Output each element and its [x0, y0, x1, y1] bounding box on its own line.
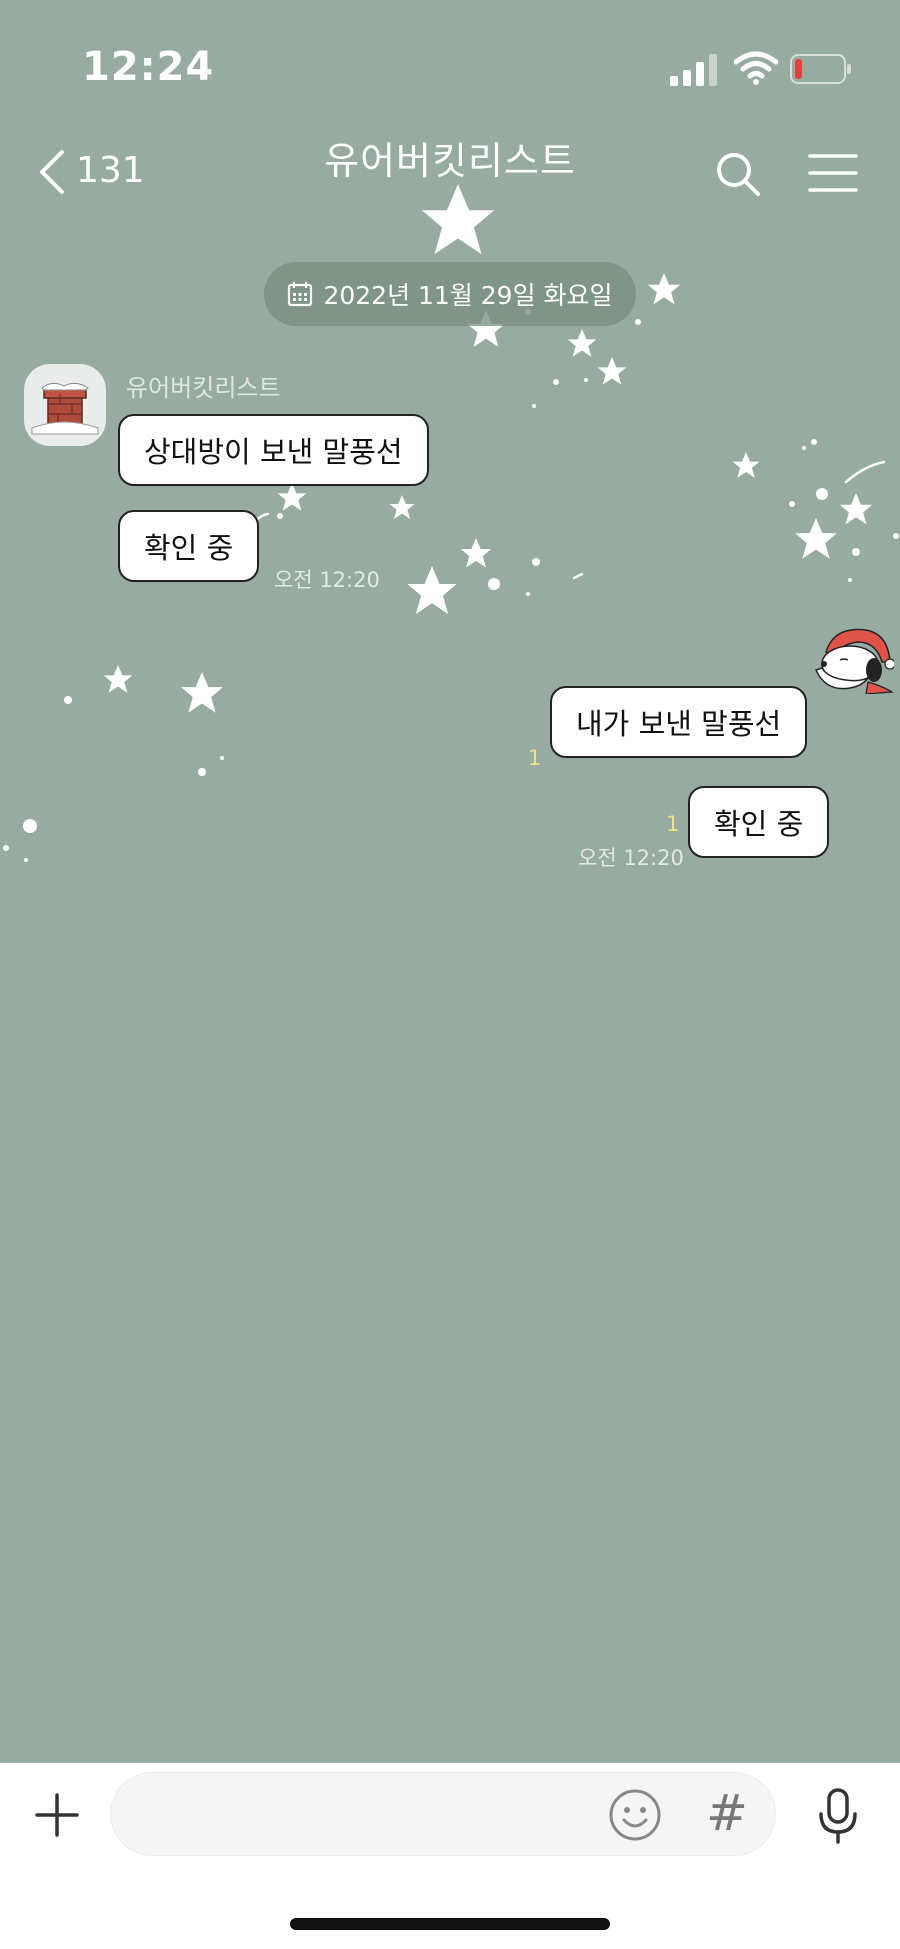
plus-icon[interactable]	[34, 1792, 80, 1838]
wifi-icon	[734, 51, 778, 85]
signal-icon	[670, 54, 717, 86]
chimney-avatar-icon	[31, 382, 99, 435]
sent-message-bubble[interactable]: 확인 중	[688, 786, 830, 858]
search-icon[interactable]	[714, 150, 762, 198]
hash-icon[interactable]: #	[706, 1784, 748, 1842]
unread-count: 1	[528, 746, 542, 770]
date-text: 2022년 11월 29일 화요일	[323, 281, 613, 310]
unread-count: 1	[666, 812, 680, 836]
back-icon[interactable]	[36, 148, 70, 196]
message-time: 오전 12:20	[274, 568, 380, 592]
battery-icon	[790, 54, 851, 84]
sent-message-bubble[interactable]: 내가 보낸 말풍선	[550, 686, 808, 758]
sender-name: 유어버킷리스트	[126, 374, 281, 402]
calendar-icon	[288, 282, 313, 307]
back-unread-count[interactable]: 131	[76, 150, 145, 191]
chat-title: 유어버킷리스트	[324, 139, 576, 183]
santa-sticker-icon	[814, 628, 894, 694]
date-divider[interactable]: 2022년 11월 29일 화요일	[264, 262, 636, 326]
mic-icon[interactable]	[818, 1788, 858, 1844]
message-time: 오전 12:20	[578, 846, 684, 870]
emoji-icon[interactable]	[608, 1788, 662, 1842]
received-message-bubble[interactable]: 상대방이 보낸 말풍선	[118, 414, 429, 486]
menu-icon[interactable]	[808, 152, 858, 194]
avatar[interactable]	[24, 364, 106, 446]
received-message-bubble[interactable]: 확인 중	[118, 510, 260, 582]
home-indicator	[290, 1918, 610, 1930]
message-input[interactable]	[110, 1772, 776, 1856]
status-time: 12:24	[82, 44, 215, 90]
